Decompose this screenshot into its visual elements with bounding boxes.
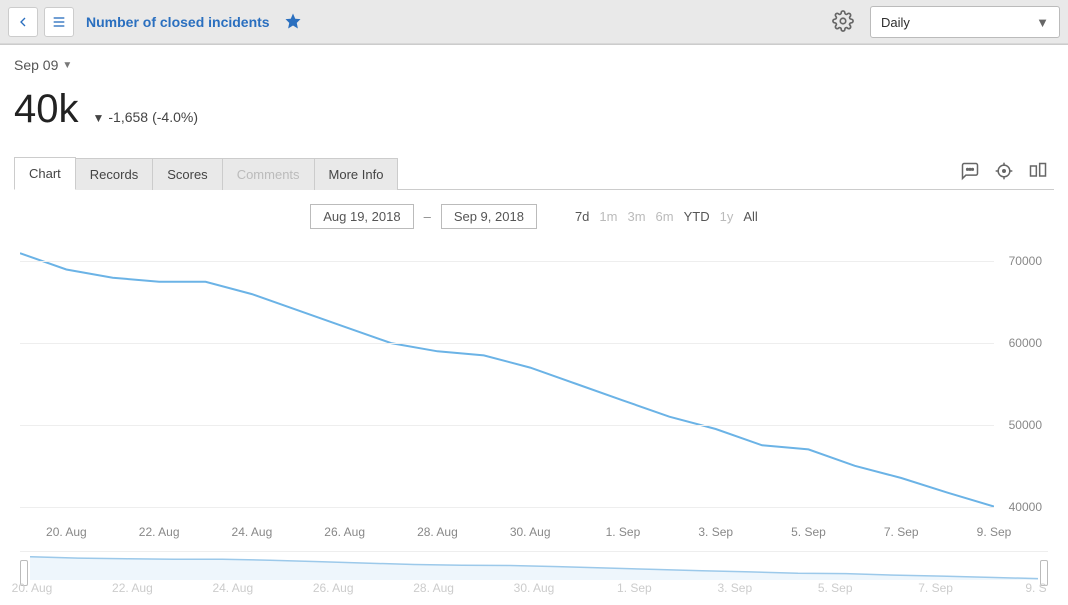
x-axis-tick: 7. Sep [884, 525, 919, 539]
range-preset-6m: 6m [656, 209, 674, 224]
tab-scores[interactable]: Scores [153, 158, 222, 190]
x-axis-tick: 3. Sep [698, 525, 733, 539]
x-axis-tick: 9. Sep [977, 525, 1012, 539]
overview-chart[interactable]: 20. Aug22. Aug24. Aug26. Aug28. Aug30. A… [20, 551, 1048, 597]
overview-x-tick: 20. Aug [12, 581, 53, 595]
tab-comments: Comments [223, 158, 315, 190]
range-start-input[interactable]: Aug 19, 2018 [310, 204, 413, 229]
range-preset-all[interactable]: All [743, 209, 757, 224]
x-axis-tick: 20. Aug [46, 525, 87, 539]
caret-down-icon: ▼ [62, 60, 72, 71]
x-axis-tick: 30. Aug [510, 525, 551, 539]
x-axis-tick: 28. Aug [417, 525, 458, 539]
x-axis-tick: 22. Aug [139, 525, 180, 539]
range-preset-1y: 1y [720, 209, 734, 224]
trend-down-icon: ▼ [93, 111, 105, 125]
range-end-input[interactable]: Sep 9, 2018 [441, 204, 537, 229]
overview-x-tick: 9. S [1025, 581, 1046, 595]
date-selector[interactable]: Sep 09 ▼ [14, 57, 72, 73]
x-axis-tick: 26. Aug [324, 525, 365, 539]
tabs: ChartRecordsScoresCommentsMore Info [14, 156, 1054, 190]
y-axis-tick: 50000 [1009, 418, 1042, 432]
frequency-value: Daily [881, 15, 910, 30]
main-chart[interactable]: 20. Aug 22. Aug 24. Aug 26. Aug 28. Aug 30. A… [20, 245, 1048, 545]
overview-x-tick: 30. Aug [514, 581, 555, 595]
range-separator: – [424, 209, 431, 224]
target-icon[interactable] [994, 161, 1014, 184]
compare-panels-icon[interactable] [1028, 161, 1048, 184]
caret-down-icon: ▼ [1036, 15, 1049, 30]
overview-x-tick: 5. Sep [818, 581, 853, 595]
metric-value: 40k [14, 87, 79, 132]
overview-x-tick: 7. Sep [918, 581, 953, 595]
y-axis-tick: 60000 [1009, 336, 1042, 350]
range-presets: 7d 1m 3m 6m YTD 1y All [575, 209, 758, 224]
range-preset-7d[interactable]: 7d [575, 209, 589, 224]
favorite-star-icon[interactable] [284, 12, 302, 33]
back-button[interactable] [8, 7, 38, 37]
y-axis-tick: 70000 [1009, 254, 1042, 268]
metric-delta: ▼ -1,658 (-4.0%) [93, 109, 199, 125]
settings-gear-icon[interactable] [832, 10, 854, 35]
range-preset-1m: 1m [599, 209, 617, 224]
x-axis-tick: 24. Aug [232, 525, 273, 539]
overview-x-tick: 1. Sep [617, 581, 652, 595]
page-title-link[interactable]: Number of closed incidents [86, 14, 270, 30]
x-axis-tick: 1. Sep [606, 525, 641, 539]
overview-x-tick: 28. Aug [413, 581, 454, 595]
overview-x-tick: 24. Aug [212, 581, 253, 595]
tab-records[interactable]: Records [76, 158, 153, 190]
range-preset-3m: 3m [627, 209, 645, 224]
tab-more-info[interactable]: More Info [315, 158, 399, 190]
overview-x-tick: 22. Aug [112, 581, 153, 595]
menu-button[interactable] [44, 7, 74, 37]
tab-chart[interactable]: Chart [14, 157, 76, 190]
selected-date: Sep 09 [14, 57, 58, 73]
frequency-select[interactable]: Daily ▼ [870, 6, 1060, 38]
y-axis-tick: 40000 [1009, 500, 1042, 514]
comments-icon[interactable] [960, 161, 980, 184]
overview-x-tick: 26. Aug [313, 581, 354, 595]
range-preset-ytd[interactable]: YTD [684, 209, 710, 224]
overview-x-tick: 3. Sep [717, 581, 752, 595]
x-axis-tick: 5. Sep [791, 525, 826, 539]
